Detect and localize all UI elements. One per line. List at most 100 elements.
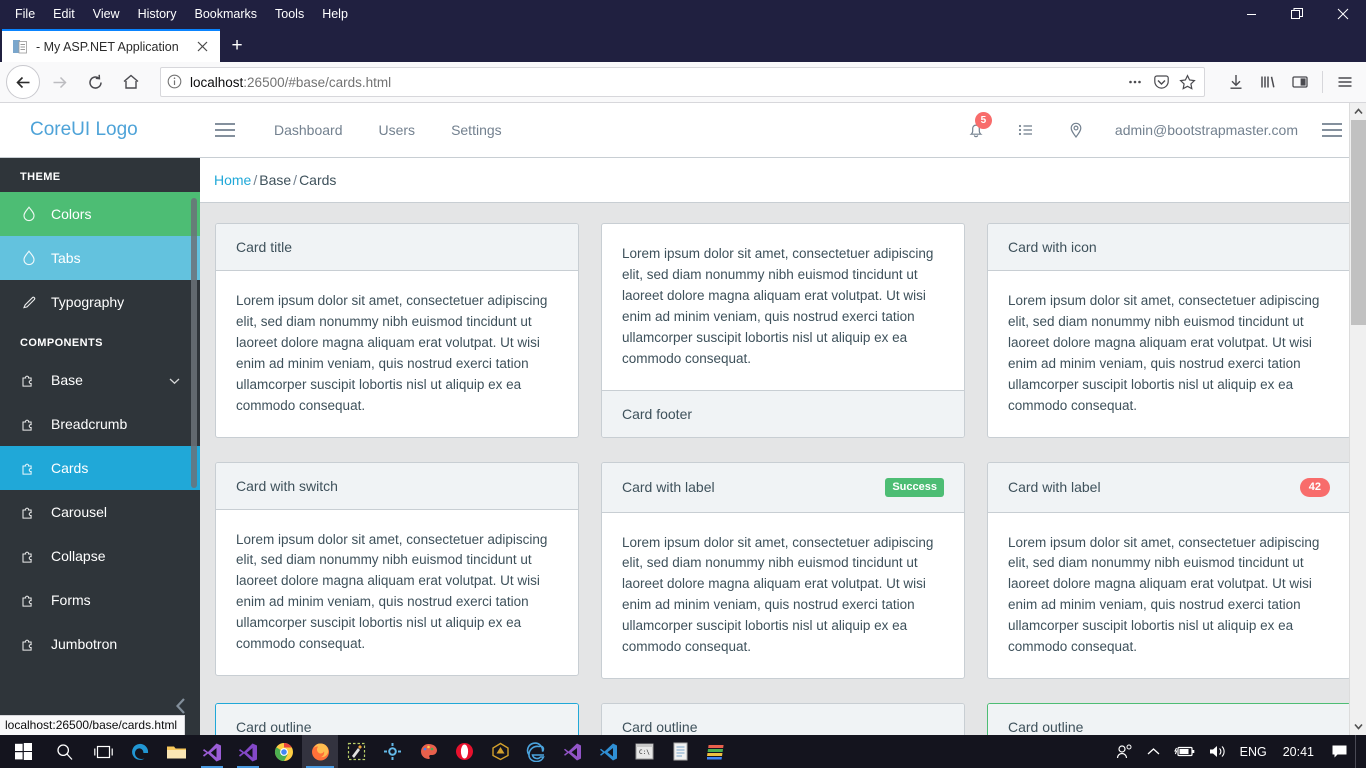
- speaker-icon[interactable]: [1202, 735, 1234, 768]
- windows-start-icon[interactable]: [0, 735, 46, 768]
- card-body: Lorem ipsum dolor sit amet, consectetuer…: [236, 293, 548, 413]
- clock[interactable]: 20:41: [1273, 745, 1324, 759]
- forward-arrow-icon[interactable]: [42, 65, 76, 99]
- card-with-footer: Lorem ipsum dolor sit amet, consectetuer…: [600, 223, 965, 438]
- show-desktop-button[interactable]: [1355, 735, 1362, 768]
- header-link-users[interactable]: Users: [361, 114, 434, 146]
- location-pin-icon[interactable]: [1051, 110, 1101, 150]
- sidebar-item-carousel[interactable]: Carousel: [0, 490, 200, 534]
- browser-tab[interactable]: - My ASP.NET Application: [2, 29, 220, 62]
- books-icon[interactable]: [698, 735, 734, 768]
- downloads-icon[interactable]: [1221, 67, 1251, 97]
- internet-explorer-icon[interactable]: [518, 735, 554, 768]
- sidebar-label: Tabs: [51, 250, 81, 266]
- header-link-settings[interactable]: Settings: [433, 114, 520, 146]
- notification-icon[interactable]: [1324, 735, 1355, 768]
- chevron-up-icon[interactable]: [1140, 735, 1167, 768]
- edge-icon[interactable]: [122, 735, 158, 768]
- user-email[interactable]: admin@bootstrapmaster.com: [1101, 122, 1312, 138]
- sidebar-toggler-button[interactable]: [200, 121, 250, 139]
- menu-edit[interactable]: Edit: [44, 3, 84, 25]
- page-favicon: [12, 39, 28, 55]
- sidebar-item-breadcrumb[interactable]: Breadcrumb: [0, 402, 200, 446]
- scrollbar-thumb[interactable]: [1351, 120, 1366, 325]
- page-actions-ellipsis-icon[interactable]: [1124, 71, 1146, 93]
- language-indicator[interactable]: ENG: [1234, 745, 1273, 759]
- sidebar-scrollbar[interactable]: [191, 198, 197, 488]
- menu-file[interactable]: File: [6, 3, 44, 25]
- site-info-icon[interactable]: [167, 74, 183, 90]
- sidebar-item-typography[interactable]: Typography: [0, 280, 200, 324]
- brand[interactable]: CoreUI Logo: [0, 119, 200, 141]
- people-icon[interactable]: [1109, 735, 1140, 768]
- sidebar-item-cards[interactable]: Cards: [0, 446, 200, 490]
- sidebar-label: Typography: [51, 294, 125, 310]
- card-col: Lorem ipsum dolor sit amet, consectetuer…: [590, 223, 976, 438]
- vs-code-blue-icon[interactable]: [590, 735, 626, 768]
- url-bar[interactable]: localhost:26500/#base/cards.html: [160, 67, 1205, 97]
- windows-taskbar: C:\ ENG 20:41: [0, 735, 1366, 768]
- chrome-icon[interactable]: [266, 735, 302, 768]
- breadcrumb-base: Base: [259, 172, 292, 188]
- list-icon[interactable]: [1001, 110, 1051, 150]
- search-icon[interactable]: [46, 735, 84, 768]
- unity-icon[interactable]: [482, 735, 518, 768]
- home-icon[interactable]: [114, 65, 148, 99]
- url-input[interactable]: localhost:26500/#base/cards.html: [190, 75, 1117, 90]
- menu-view[interactable]: View: [84, 3, 129, 25]
- card-footer: Card footer: [601, 389, 964, 437]
- task-view-icon[interactable]: [84, 735, 122, 768]
- sidebar-item-colors[interactable]: Colors: [0, 192, 200, 236]
- notepad-icon[interactable]: [662, 735, 698, 768]
- menu-help[interactable]: Help: [313, 3, 357, 25]
- card-header-text: Card with icon: [1007, 239, 1097, 255]
- card-with-icon: Card with icon Lorem ipsum dolor sit ame…: [986, 223, 1351, 438]
- bell-icon[interactable]: 5: [951, 110, 1001, 150]
- app-body: THEME Colors Tabs Typography COMPONENTS …: [0, 158, 1366, 735]
- vscode-icon[interactable]: [194, 735, 230, 768]
- battery-charging-icon[interactable]: [1167, 735, 1202, 768]
- sidebar-item-tabs[interactable]: Tabs: [0, 236, 200, 280]
- card-header-text: Card outline: [621, 719, 698, 735]
- menu-tools[interactable]: Tools: [266, 3, 313, 25]
- tab-title: - My ASP.NET Application: [36, 39, 179, 54]
- card-col: Card with label Success Lorem ipsum dolo…: [590, 461, 976, 680]
- firefox-icon[interactable]: [302, 735, 338, 768]
- library-icon[interactable]: [1253, 67, 1283, 97]
- menu-history[interactable]: History: [129, 3, 186, 25]
- opera-icon[interactable]: [446, 735, 482, 768]
- page-scrollbar[interactable]: [1349, 103, 1366, 735]
- close-button[interactable]: [1320, 0, 1366, 28]
- pocket-icon[interactable]: [1150, 71, 1172, 93]
- scroll-up-arrow-icon[interactable]: [1350, 103, 1366, 120]
- back-arrow-icon[interactable]: [6, 65, 40, 99]
- cmd-icon[interactable]: C:\: [626, 735, 662, 768]
- app-menu-icon[interactable]: [1330, 67, 1360, 97]
- sidebar-icon[interactable]: [1285, 67, 1315, 97]
- window-controls: [1228, 0, 1366, 28]
- settings-gear-icon[interactable]: [374, 735, 410, 768]
- paint-icon[interactable]: [410, 735, 446, 768]
- sidebar-item-forms[interactable]: Forms: [0, 578, 200, 622]
- visual-studio-icon[interactable]: [554, 735, 590, 768]
- chevron-down-icon: [169, 372, 180, 388]
- sidebar-item-jumbotron[interactable]: Jumbotron: [0, 622, 200, 666]
- scroll-down-arrow-icon[interactable]: [1350, 718, 1366, 735]
- header-link-dashboard[interactable]: Dashboard: [256, 114, 361, 146]
- maximize-restore-button[interactable]: [1274, 0, 1320, 28]
- new-tab-button[interactable]: +: [220, 30, 254, 62]
- status-badge: Success: [885, 477, 944, 497]
- snip-tool-icon[interactable]: [338, 735, 374, 768]
- breadcrumb-home[interactable]: Home: [214, 172, 251, 188]
- tab-close-icon[interactable]: [192, 37, 212, 57]
- file-explorer-icon[interactable]: [158, 735, 194, 768]
- sidebar-item-base[interactable]: Base: [0, 358, 200, 402]
- vscode-insiders-icon[interactable]: [230, 735, 266, 768]
- bookmark-star-icon[interactable]: [1176, 71, 1198, 93]
- reload-icon[interactable]: [78, 65, 112, 99]
- minimize-button[interactable]: [1228, 0, 1274, 28]
- aside-toggle-icon[interactable]: [1312, 121, 1352, 139]
- menu-bookmarks[interactable]: Bookmarks: [185, 3, 266, 25]
- sidebar-item-collapse[interactable]: Collapse: [0, 534, 200, 578]
- card-header: Card outline: [987, 704, 1350, 735]
